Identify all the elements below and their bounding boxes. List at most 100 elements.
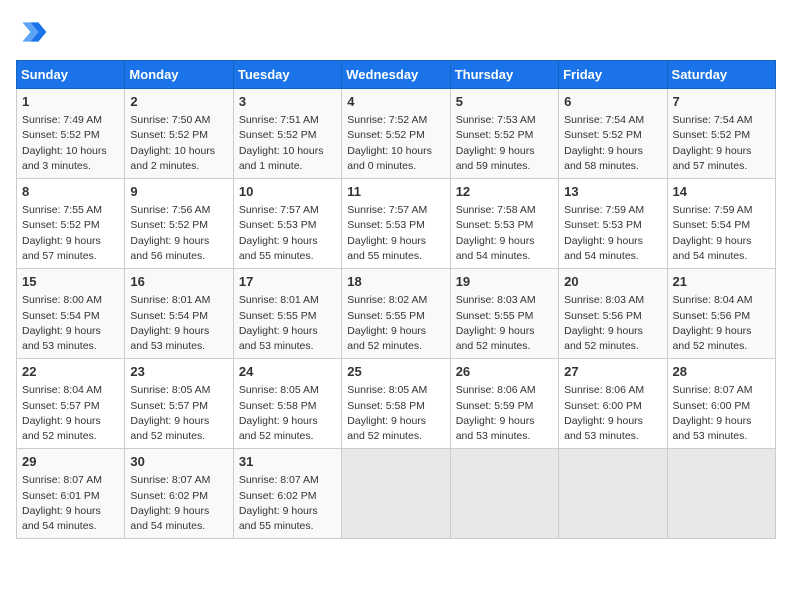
day-info: Sunrise: 8:01 AM Sunset: 5:54 PM Dayligh… (130, 293, 227, 354)
calendar-cell: 20Sunrise: 8:03 AM Sunset: 5:56 PM Dayli… (559, 269, 667, 359)
day-info: Sunrise: 8:03 AM Sunset: 5:56 PM Dayligh… (564, 293, 661, 354)
dow-header-tuesday: Tuesday (233, 61, 341, 89)
day-info: Sunrise: 7:55 AM Sunset: 5:52 PM Dayligh… (22, 203, 119, 264)
calendar-week-1: 1Sunrise: 7:49 AM Sunset: 5:52 PM Daylig… (17, 89, 776, 179)
dow-header-thursday: Thursday (450, 61, 558, 89)
day-number: 15 (22, 273, 119, 291)
day-info: Sunrise: 8:07 AM Sunset: 6:02 PM Dayligh… (239, 473, 336, 534)
day-info: Sunrise: 8:06 AM Sunset: 6:00 PM Dayligh… (564, 383, 661, 444)
day-info: Sunrise: 7:59 AM Sunset: 5:53 PM Dayligh… (564, 203, 661, 264)
calendar-week-2: 8 Sunrise: 7:55 AM Sunset: 5:52 PM Daylig… (17, 179, 776, 269)
day-info: Sunrise: 7:57 AM Sunset: 5:53 PM Dayligh… (239, 203, 336, 264)
calendar-cell: 11 Sunrise: 7:57 AM Sunset: 5:53 PM Dayli… (342, 179, 450, 269)
day-number: 10 (239, 183, 336, 201)
calendar-body: 1Sunrise: 7:49 AM Sunset: 5:52 PM Daylig… (17, 89, 776, 539)
calendar-cell: 3Sunrise: 7:51 AM Sunset: 5:52 PM Daylig… (233, 89, 341, 179)
calendar-cell: 9 Sunrise: 7:56 AM Sunset: 5:52 PM Daylig… (125, 179, 233, 269)
dow-header-monday: Monday (125, 61, 233, 89)
calendar-cell: 10 Sunrise: 7:57 AM Sunset: 5:53 PM Dayli… (233, 179, 341, 269)
day-info: Sunrise: 8:02 AM Sunset: 5:55 PM Dayligh… (347, 293, 444, 354)
day-number: 25 (347, 363, 444, 381)
day-info: Sunrise: 8:05 AM Sunset: 5:57 PM Dayligh… (130, 383, 227, 444)
day-number: 24 (239, 363, 336, 381)
calendar-cell: 6Sunrise: 7:54 AM Sunset: 5:52 PM Daylig… (559, 89, 667, 179)
day-info: Sunrise: 7:56 AM Sunset: 5:52 PM Dayligh… (130, 203, 227, 264)
calendar-cell: 27 Sunrise: 8:06 AM Sunset: 6:00 PM Dayli… (559, 359, 667, 449)
day-number: 27 (564, 363, 661, 381)
day-number: 2 (130, 93, 227, 111)
day-info: Sunrise: 8:07 AM Sunset: 6:02 PM Dayligh… (130, 473, 227, 534)
calendar-week-4: 22 Sunrise: 8:04 AM Sunset: 5:57 PM Dayli… (17, 359, 776, 449)
dow-header-wednesday: Wednesday (342, 61, 450, 89)
day-info: Sunrise: 8:03 AM Sunset: 5:55 PM Dayligh… (456, 293, 553, 354)
day-info: Sunrise: 8:04 AM Sunset: 5:57 PM Dayligh… (22, 383, 119, 444)
calendar-week-5: 29 Sunrise: 8:07 AM Sunset: 6:01 PM Dayli… (17, 449, 776, 539)
day-info: Sunrise: 7:54 AM Sunset: 5:52 PM Dayligh… (564, 113, 661, 174)
day-info: Sunrise: 7:50 AM Sunset: 5:52 PM Dayligh… (130, 113, 227, 174)
calendar-cell: 1Sunrise: 7:49 AM Sunset: 5:52 PM Daylig… (17, 89, 125, 179)
day-info: Sunrise: 7:52 AM Sunset: 5:52 PM Dayligh… (347, 113, 444, 174)
calendar-cell: 25 Sunrise: 8:05 AM Sunset: 5:58 PM Dayli… (342, 359, 450, 449)
logo (16, 16, 52, 48)
logo-icon (16, 16, 48, 48)
day-number: 5 (456, 93, 553, 111)
days-of-week-row: SundayMondayTuesdayWednesdayThursdayFrid… (17, 61, 776, 89)
calendar-cell: 31 Sunrise: 8:07 AM Sunset: 6:02 PM Dayli… (233, 449, 341, 539)
calendar-cell: 19 Sunrise: 8:03 AM Sunset: 5:55 PM Dayli… (450, 269, 558, 359)
dow-header-sunday: Sunday (17, 61, 125, 89)
calendar-cell: 26 Sunrise: 8:06 AM Sunset: 5:59 PM Dayli… (450, 359, 558, 449)
day-number: 7 (673, 93, 770, 111)
day-number: 31 (239, 453, 336, 471)
calendar-cell: 28 Sunrise: 8:07 AM Sunset: 6:00 PM Dayli… (667, 359, 775, 449)
day-number: 17 (239, 273, 336, 291)
calendar-table: SundayMondayTuesdayWednesdayThursdayFrid… (16, 60, 776, 539)
day-number: 14 (673, 183, 770, 201)
calendar-cell: 14Sunrise: 7:59 AM Sunset: 5:54 PM Dayli… (667, 179, 775, 269)
calendar-cell: 18 Sunrise: 8:02 AM Sunset: 5:55 PM Dayli… (342, 269, 450, 359)
day-number: 26 (456, 363, 553, 381)
day-number: 11 (347, 183, 444, 201)
calendar-cell (450, 449, 558, 539)
day-number: 22 (22, 363, 119, 381)
day-number: 3 (239, 93, 336, 111)
calendar-cell: 21Sunrise: 8:04 AM Sunset: 5:56 PM Dayli… (667, 269, 775, 359)
calendar-cell: 13Sunrise: 7:59 AM Sunset: 5:53 PM Dayli… (559, 179, 667, 269)
calendar-cell: 12 Sunrise: 7:58 AM Sunset: 5:53 PM Dayli… (450, 179, 558, 269)
dow-header-saturday: Saturday (667, 61, 775, 89)
calendar-cell: 17 Sunrise: 8:01 AM Sunset: 5:55 PM Dayli… (233, 269, 341, 359)
calendar-cell: 30Sunrise: 8:07 AM Sunset: 6:02 PM Dayli… (125, 449, 233, 539)
day-number: 19 (456, 273, 553, 291)
day-number: 18 (347, 273, 444, 291)
day-number: 8 (22, 183, 119, 201)
day-number: 28 (673, 363, 770, 381)
day-number: 29 (22, 453, 119, 471)
day-info: Sunrise: 7:54 AM Sunset: 5:52 PM Dayligh… (673, 113, 770, 174)
day-info: Sunrise: 7:58 AM Sunset: 5:53 PM Dayligh… (456, 203, 553, 264)
day-number: 21 (673, 273, 770, 291)
day-info: Sunrise: 7:53 AM Sunset: 5:52 PM Dayligh… (456, 113, 553, 174)
calendar-header: SundayMondayTuesdayWednesdayThursdayFrid… (17, 61, 776, 89)
calendar-cell (667, 449, 775, 539)
calendar-cell: 23Sunrise: 8:05 AM Sunset: 5:57 PM Dayli… (125, 359, 233, 449)
calendar-cell: 7 Sunrise: 7:54 AM Sunset: 5:52 PM Daylig… (667, 89, 775, 179)
day-info: Sunrise: 8:05 AM Sunset: 5:58 PM Dayligh… (239, 383, 336, 444)
calendar-cell: 4 Sunrise: 7:52 AM Sunset: 5:52 PM Daylig… (342, 89, 450, 179)
day-info: Sunrise: 8:07 AM Sunset: 6:01 PM Dayligh… (22, 473, 119, 534)
calendar-week-3: 15Sunrise: 8:00 AM Sunset: 5:54 PM Dayli… (17, 269, 776, 359)
day-info: Sunrise: 8:05 AM Sunset: 5:58 PM Dayligh… (347, 383, 444, 444)
calendar-cell: 24 Sunrise: 8:05 AM Sunset: 5:58 PM Dayli… (233, 359, 341, 449)
calendar-cell: 16 Sunrise: 8:01 AM Sunset: 5:54 PM Dayli… (125, 269, 233, 359)
day-number: 12 (456, 183, 553, 201)
day-number: 16 (130, 273, 227, 291)
day-info: Sunrise: 8:06 AM Sunset: 5:59 PM Dayligh… (456, 383, 553, 444)
calendar-cell: 5 Sunrise: 7:53 AM Sunset: 5:52 PM Daylig… (450, 89, 558, 179)
calendar-cell: 29 Sunrise: 8:07 AM Sunset: 6:01 PM Dayli… (17, 449, 125, 539)
calendar-cell (559, 449, 667, 539)
day-info: Sunrise: 8:07 AM Sunset: 6:00 PM Dayligh… (673, 383, 770, 444)
day-number: 9 (130, 183, 227, 201)
day-info: Sunrise: 7:49 AM Sunset: 5:52 PM Dayligh… (22, 113, 119, 174)
day-info: Sunrise: 7:57 AM Sunset: 5:53 PM Dayligh… (347, 203, 444, 264)
day-info: Sunrise: 8:01 AM Sunset: 5:55 PM Dayligh… (239, 293, 336, 354)
day-number: 4 (347, 93, 444, 111)
calendar-cell (342, 449, 450, 539)
